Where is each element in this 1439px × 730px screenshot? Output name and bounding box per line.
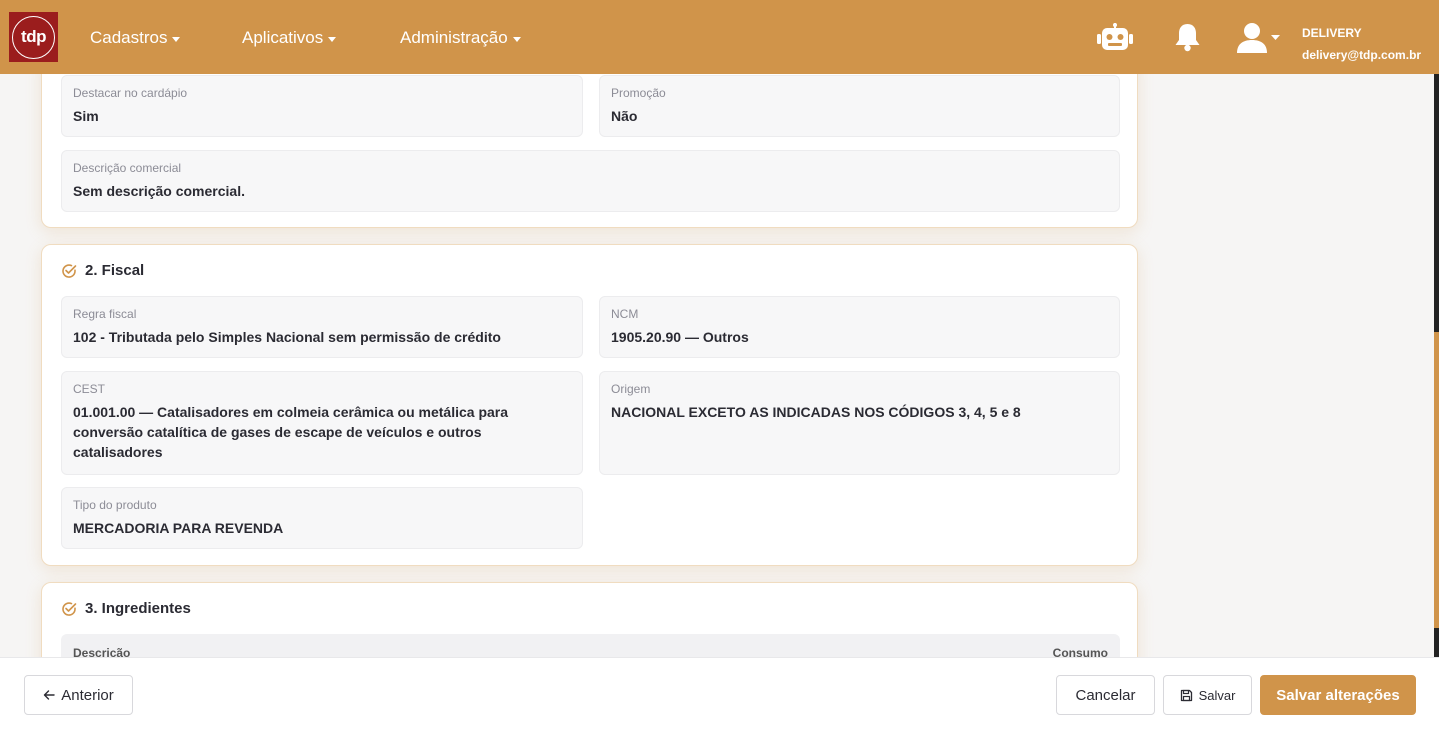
field-descricao-comercial: Descrição comercial Sem descrição comerc… — [61, 150, 1120, 212]
brand-logo[interactable]: tdp — [9, 12, 58, 62]
arrow-left-icon — [44, 690, 55, 700]
field-cest: CEST 01.001.00 — Catalisadores em colmei… — [61, 371, 583, 475]
field-label: CEST — [73, 382, 106, 396]
field-label: Promoção — [611, 86, 666, 100]
user-name: DELIVERY — [1302, 26, 1362, 40]
main-content[interactable]: Destacar no cardápio Sim Promoção Não De… — [0, 74, 1439, 657]
logo-text: tdp — [21, 27, 46, 46]
field-value: 01.001.00 — Catalisadores em colmeia cer… — [73, 404, 509, 460]
save-changes-button-label: Salvar alterações — [1276, 686, 1400, 704]
nav-aplicativos[interactable]: Aplicativos — [242, 28, 337, 48]
nav-administracao[interactable]: Administração — [400, 28, 521, 48]
nav-cadastros-label: Cadastros — [90, 28, 168, 47]
field-regra-fiscal: Regra fiscal 102 - Tributada pelo Simple… — [61, 296, 583, 358]
save-button[interactable]: Salvar — [1163, 675, 1252, 715]
section-title-text: 2. Fiscal — [85, 262, 145, 279]
robot-icon[interactable] — [1097, 23, 1133, 56]
field-ncm: NCM 1905.20.90 — Outros — [599, 296, 1120, 358]
ingredients-table-header: Descrição Consumo — [61, 634, 1120, 657]
section-title-ingredientes: 3. Ingredientes — [61, 600, 191, 617]
user-avatar-icon — [1237, 23, 1280, 53]
check-circle-icon — [62, 601, 77, 616]
right-pane — [1155, 74, 1439, 657]
field-origem: Origem NACIONAL EXCETO AS INDICADAS NOS … — [599, 371, 1120, 475]
logo-ring: tdp — [12, 15, 55, 59]
field-label: NCM — [611, 307, 639, 321]
field-promocao: Promoção Não — [599, 75, 1120, 137]
field-value: Sem descrição comercial. — [73, 183, 245, 199]
field-value: Não — [611, 108, 638, 124]
scrollbar-thumb[interactable] — [1434, 332, 1439, 628]
field-label: Origem — [611, 382, 651, 396]
field-value: 102 - Tributada pelo Simples Nacional se… — [73, 329, 501, 345]
field-label: Descrição comercial — [73, 161, 182, 175]
previous-button-label: Anterior — [61, 686, 114, 704]
section-title-text: 3. Ingredientes — [85, 600, 191, 617]
field-label: Destacar no cardápio — [73, 86, 188, 100]
section-title-fiscal: 2. Fiscal — [61, 262, 144, 279]
save-changes-button[interactable]: Salvar alterações — [1260, 675, 1416, 715]
cancel-button[interactable]: Cancelar — [1056, 675, 1155, 715]
field-label: Regra fiscal — [73, 307, 137, 321]
user-email: delivery@tdp.com.br — [1302, 48, 1422, 62]
nav-administracao-label: Administração — [400, 28, 508, 47]
field-tipo-produto: Tipo do produto MERCADORIA PARA REVENDA — [61, 487, 583, 549]
save-button-label: Salvar — [1198, 687, 1236, 703]
field-value: MERCADORIA PARA REVENDA — [73, 520, 284, 536]
field-destacar-cardapio: Destacar no cardápio Sim — [61, 75, 583, 137]
cancel-button-label: Cancelar — [1075, 686, 1136, 704]
field-value: NACIONAL EXCETO AS INDICADAS NOS CÓDIGOS… — [611, 404, 1021, 420]
nav-aplicativos-label: Aplicativos — [242, 28, 324, 47]
caret-down-icon — [172, 36, 181, 42]
field-label: Tipo do produto — [73, 498, 157, 512]
column-header-descricao: Descrição — [73, 646, 131, 657]
column-header-consumo: Consumo — [1052, 646, 1108, 657]
bell-icon[interactable] — [1174, 22, 1201, 57]
card-fiscal: 2. Fiscal Regra fiscal 102 - Tributada p… — [41, 244, 1138, 566]
card-comercial: Destacar no cardápio Sim Promoção Não De… — [41, 74, 1138, 228]
user-menu[interactable] — [1237, 22, 1283, 59]
card-ingredientes: 3. Ingredientes Descrição Consumo — [41, 582, 1138, 657]
check-circle-icon — [62, 263, 77, 278]
floppy-disk-icon — [1180, 689, 1192, 701]
previous-button[interactable]: Anterior — [24, 675, 133, 715]
caret-down-icon — [328, 36, 337, 42]
nav-cadastros[interactable]: Cadastros — [90, 28, 181, 48]
field-value: 1905.20.90 — Outros — [611, 329, 749, 345]
caret-down-icon — [512, 36, 521, 42]
footer-actions: Anterior Cancelar Salvar Salvar alteraçõ… — [0, 657, 1439, 730]
field-value: Sim — [73, 108, 99, 124]
top-navbar: tdp Cadastros Aplicativos Administração — [0, 0, 1439, 74]
user-info: DELIVERY delivery@tdp.com.br — [1302, 22, 1421, 66]
